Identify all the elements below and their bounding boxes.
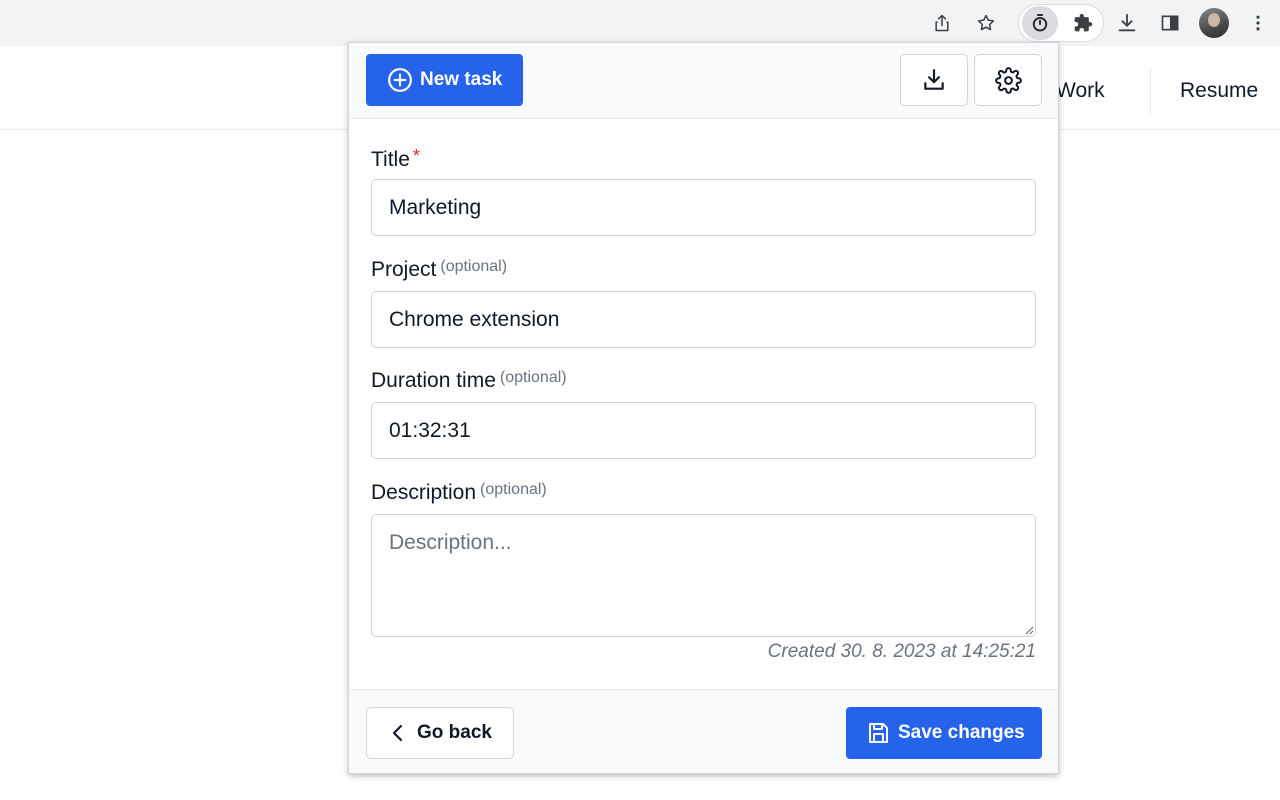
description-textarea[interactable] — [371, 514, 1036, 637]
save-changes-label: Save changes — [898, 722, 1025, 743]
resize-grip-icon[interactable] — [1023, 624, 1034, 635]
nav-divider — [1150, 68, 1151, 114]
bookmark-star-icon[interactable] — [970, 7, 1002, 39]
go-back-button[interactable]: Go back — [366, 707, 514, 759]
nav-link-resume[interactable]: Resume — [1180, 79, 1258, 103]
side-panel-icon[interactable] — [1154, 7, 1186, 39]
chevron-left-icon — [392, 724, 403, 742]
save-floppy-icon — [869, 723, 888, 743]
description-label-text: Description — [371, 481, 477, 504]
required-mark: * — [412, 146, 420, 166]
save-changes-button[interactable]: Save changes — [846, 707, 1042, 759]
description-label: Description (optional) — [371, 481, 547, 505]
download-icon[interactable] — [1111, 7, 1143, 39]
description-optional-note: (optional) — [480, 481, 547, 498]
popup-header: New task — [349, 43, 1058, 119]
popup-footer: Go back Save changes — [349, 689, 1058, 773]
gear-icon — [994, 66, 1022, 94]
export-button[interactable] — [900, 54, 968, 106]
plus-circle-icon — [388, 68, 412, 92]
project-label-text: Project — [371, 258, 437, 281]
duration-optional-note: (optional) — [499, 369, 567, 386]
title-input[interactable] — [371, 179, 1036, 236]
settings-button[interactable] — [974, 54, 1042, 106]
duration-label: Duration time (optional) — [371, 369, 567, 393]
project-input[interactable] — [371, 291, 1036, 348]
nav-link-work[interactable]: Work — [1056, 79, 1105, 103]
created-timestamp: Created 30. 8. 2023 at 14:25:21 — [767, 641, 1036, 662]
title-label-text: Title — [371, 148, 410, 171]
new-task-label: New task — [420, 69, 503, 90]
profile-avatar[interactable] — [1199, 8, 1229, 38]
browser-toolbar — [0, 0, 1280, 46]
stopwatch-extension-icon[interactable] — [1024, 7, 1056, 39]
duration-label-text: Duration time — [371, 369, 496, 392]
share-icon[interactable] — [926, 7, 958, 39]
extension-popup: New task Title* Project(optional) Durati… — [348, 42, 1059, 774]
duration-input[interactable] — [371, 402, 1036, 459]
more-vert-icon[interactable] — [1242, 7, 1274, 39]
puzzle-extensions-icon[interactable] — [1067, 7, 1099, 39]
new-task-button[interactable]: New task — [366, 54, 523, 106]
go-back-label: Go back — [417, 722, 492, 743]
project-optional-note: (optional) — [440, 258, 508, 275]
project-label: Project (optional) — [371, 258, 507, 282]
title-label: Title * — [371, 146, 420, 172]
download-icon — [924, 69, 944, 90]
